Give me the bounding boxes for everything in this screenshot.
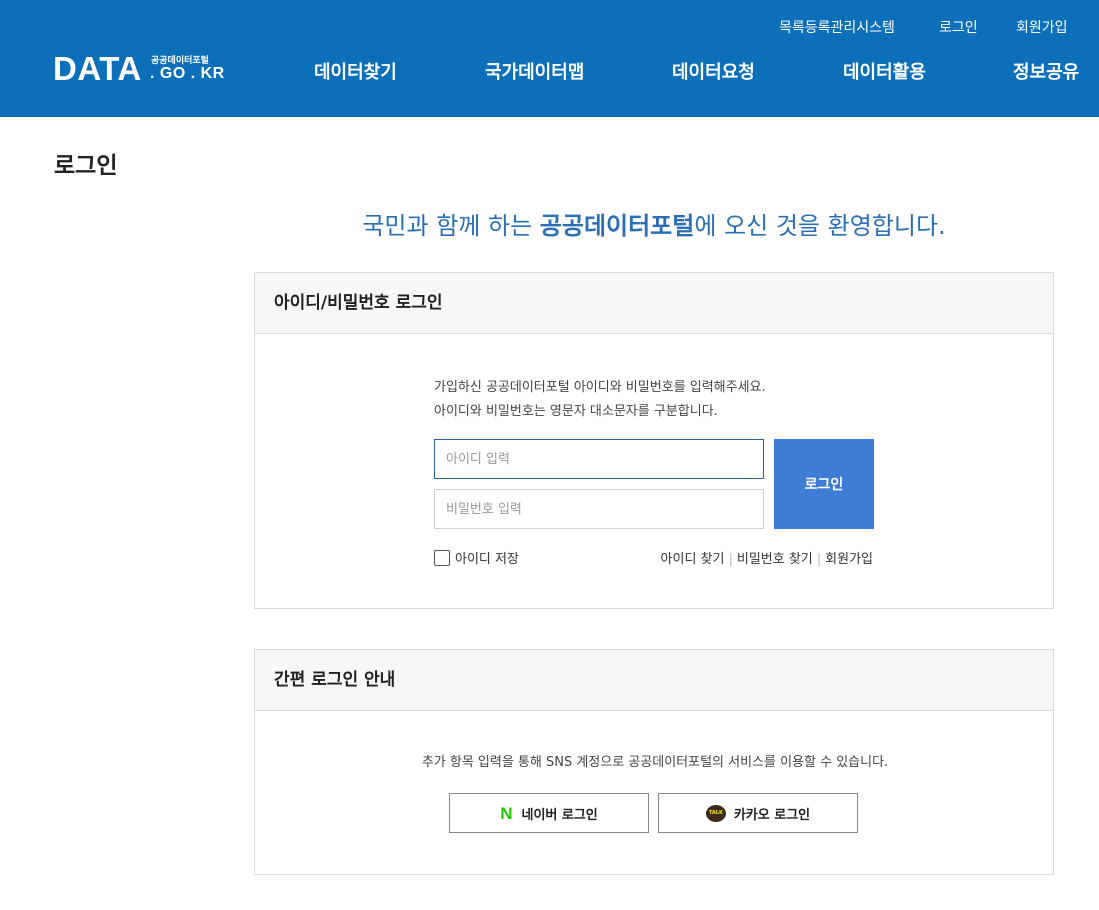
nav-item-info-share[interactable]: 정보공유 (1013, 58, 1079, 84)
welcome-portal-name: 공공데이터포털 (539, 212, 695, 240)
util-link-join[interactable]: 회원가입 (1016, 17, 1068, 37)
util-link-catalog[interactable]: 목록등록관리시스템 (779, 17, 895, 37)
join-link[interactable]: 회원가입 (825, 552, 873, 567)
naver-login-label: 네이버 로그인 (521, 807, 598, 823)
id-password-login-panel: 아이디/비밀번호 로그인 가입하신 공공데이터포털 아이디와 비밀번호를 입력해… (254, 272, 1054, 609)
sns-login-panel: 간편 로그인 안내 추가 항목 입력을 통해 SNS 계정으로 공공데이터포털의… (254, 649, 1054, 875)
naver-login-button[interactable]: N 네이버 로그인 (449, 793, 649, 833)
login-guide-text: 가입하신 공공데이터포털 아이디와 비밀번호를 입력해주세요. 아이디와 비밀번… (434, 376, 766, 424)
find-id-link[interactable]: 아이디 찾기 (661, 552, 725, 567)
welcome-post: 에 오신 것을 환영합니다. (694, 212, 946, 240)
remember-id-label: 아이디 저장 (455, 552, 519, 567)
kakao-login-button[interactable]: 카카오 로그인 (658, 793, 858, 833)
login-button[interactable]: 로그인 (774, 439, 874, 529)
nav-item-national-data-map[interactable]: 국가데이터맵 (485, 58, 584, 84)
site-header: 목록등록관리시스템 로그인 회원가입 DATA 공공데이터포털 . GO . K… (0, 0, 1099, 117)
remember-id-checkbox[interactable] (434, 549, 450, 566)
nav-item-data-request[interactable]: 데이터요청 (672, 58, 755, 84)
sns-panel-heading: 간편 로그인 안내 (255, 650, 1053, 711)
login-guide-line-2: 아이디와 비밀번호는 영문자 대소문자를 구분합니다. (434, 404, 718, 419)
remember-id-option[interactable]: 아이디 저장 (434, 548, 519, 567)
kakao-login-label: 카카오 로그인 (733, 807, 811, 823)
naver-icon: N (500, 803, 513, 823)
page-title: 로그인 (54, 153, 118, 179)
logo-sub-bottom-text: . GO . KR (150, 65, 225, 82)
nav-item-data-search[interactable]: 데이터찾기 (314, 58, 397, 84)
kakao-talk-icon (705, 804, 726, 822)
account-links: 아이디 찾기 | 비밀번호 찾기 | 회원가입 (661, 548, 873, 567)
welcome-message: 국민과 함께 하는 공공데이터포털에 오신 것을 환영합니다. (254, 206, 1054, 241)
welcome-pre: 국민과 함께 하는 (362, 212, 540, 240)
util-link-login[interactable]: 로그인 (939, 17, 978, 37)
password-input[interactable] (434, 489, 764, 529)
sns-guide-text: 추가 항목 입력을 통해 SNS 계정으로 공공데이터포털의 서비스를 이용할 … (421, 755, 889, 770)
login-panel-heading: 아이디/비밀번호 로그인 (255, 273, 1053, 334)
link-separator: | (816, 552, 822, 567)
id-input[interactable] (434, 439, 764, 479)
nav-item-data-usage[interactable]: 데이터활용 (843, 58, 926, 84)
find-password-link[interactable]: 비밀번호 찾기 (737, 552, 813, 567)
link-separator: | (728, 552, 733, 567)
login-guide-line-1: 가입하신 공공데이터포털 아이디와 비밀번호를 입력해주세요. (434, 380, 766, 395)
logo-main-text: DATA (53, 50, 142, 87)
